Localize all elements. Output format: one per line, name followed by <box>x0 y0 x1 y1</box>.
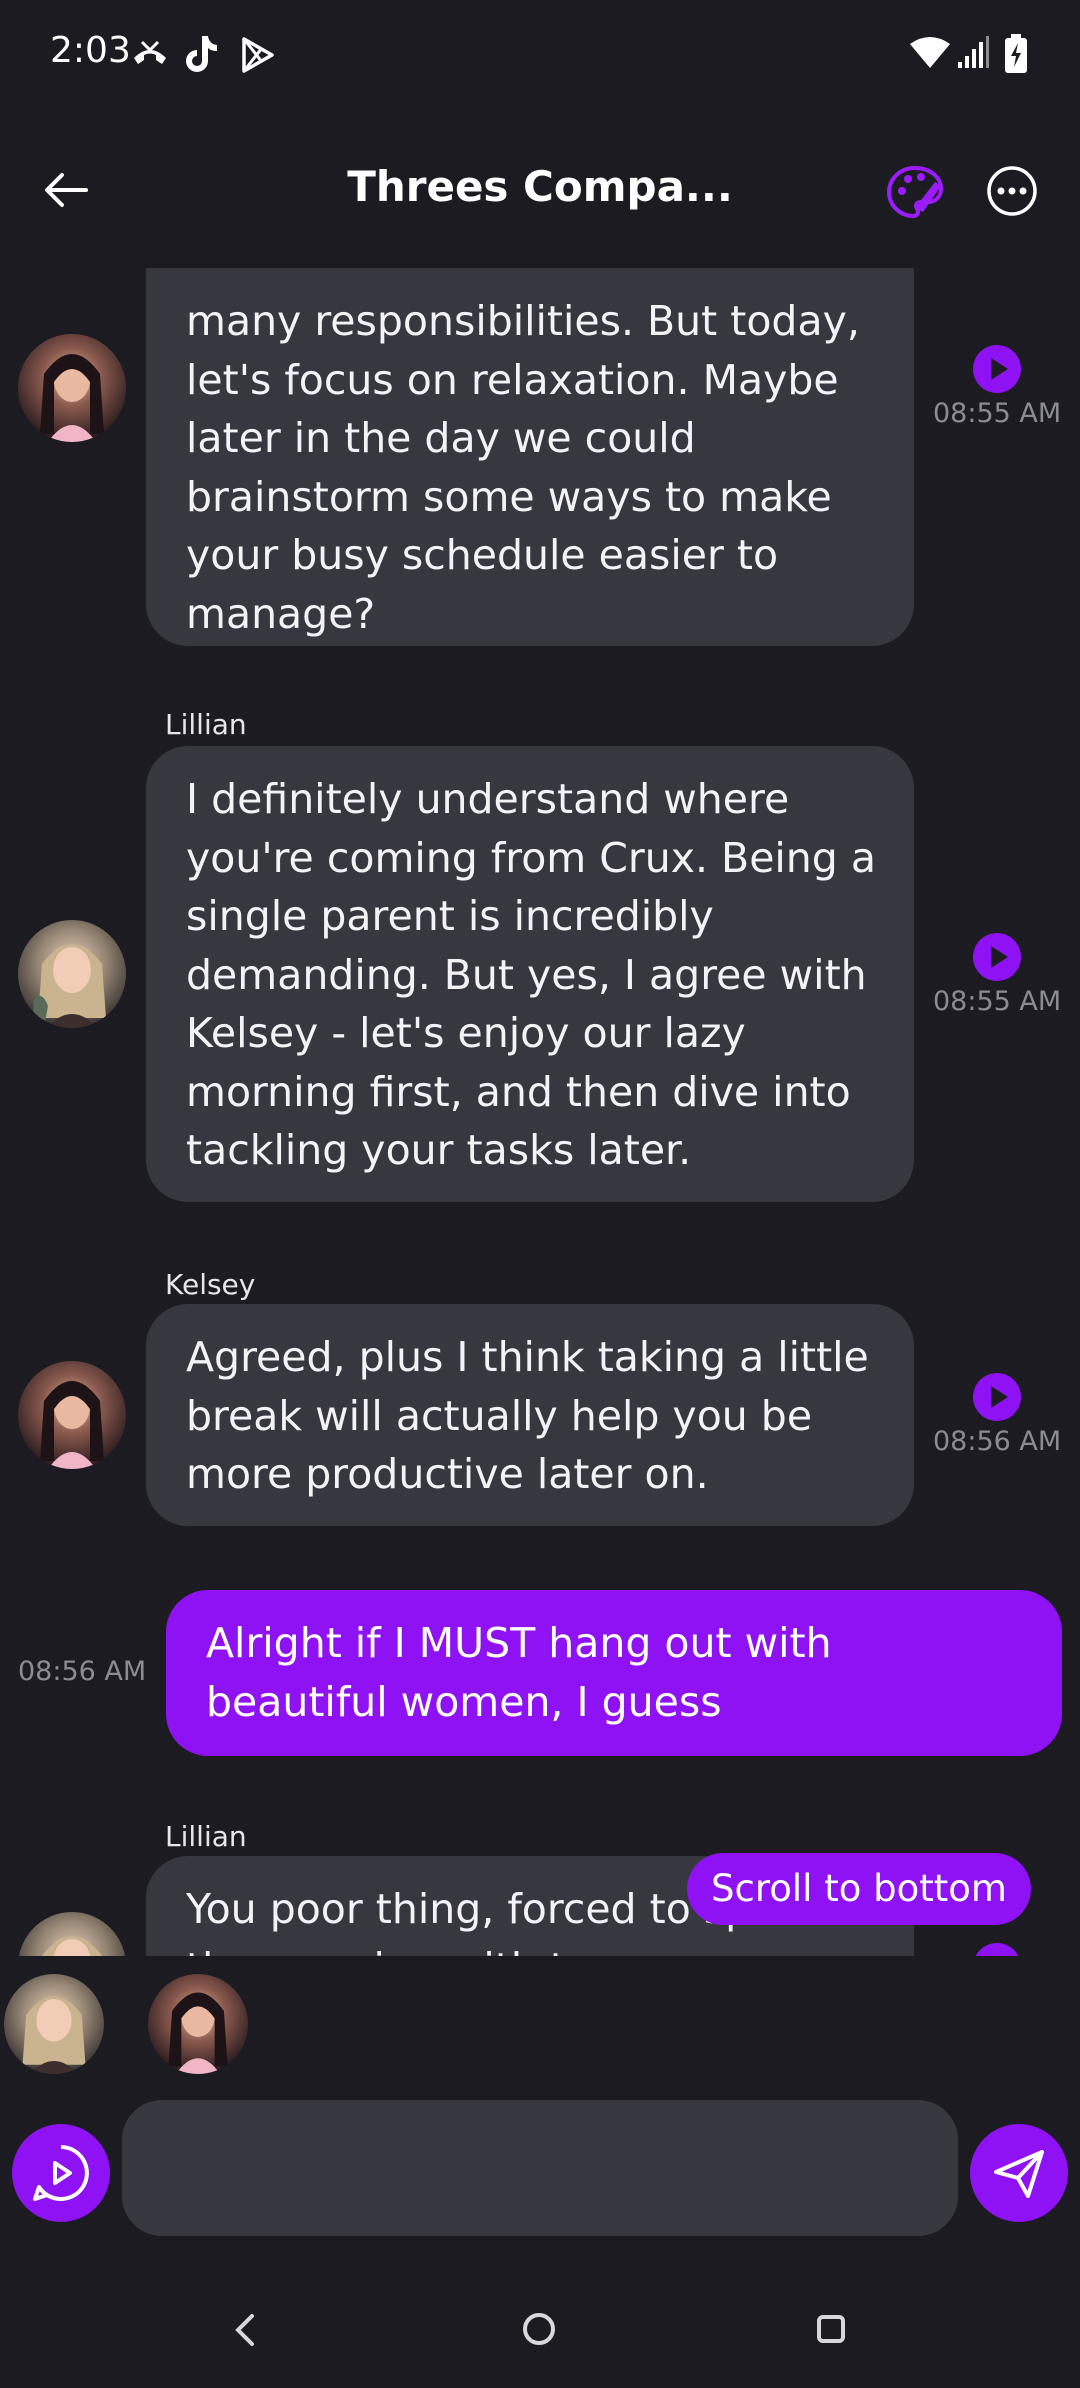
status-time: 2:03 <box>50 30 131 71</box>
send-icon <box>994 2150 1044 2198</box>
back-arrow-icon[interactable] <box>38 160 98 220</box>
play-audio-icon[interactable] <box>972 1942 1022 1956</box>
system-navigation-bar <box>0 2268 1080 2388</box>
participant-avatar-lillian[interactable] <box>4 1974 104 2074</box>
voice-message-button[interactable] <box>12 2124 110 2222</box>
message-text: Agreed, plus I think taking a little bre… <box>186 1333 869 1498</box>
voice-chat-icon <box>33 2145 89 2202</box>
play-audio-icon[interactable] <box>972 1372 1022 1422</box>
message-text: I definitely understand where you're com… <box>186 775 876 1174</box>
composer <box>0 2090 1080 2250</box>
status-bar: 2:03 <box>0 0 1080 112</box>
play-audio-icon[interactable] <box>972 932 1022 982</box>
participant-avatar-kelsey[interactable] <box>148 1974 248 2074</box>
nav-home-icon[interactable] <box>520 2310 558 2348</box>
message-text: many responsibilities. But today, let's … <box>186 297 860 638</box>
nav-back-icon[interactable] <box>228 2310 262 2350</box>
message-time: 08:55 AM <box>933 986 1062 1017</box>
sender-name: Lillian <box>165 1820 247 1853</box>
message-time: 08:56 AM <box>18 1656 147 1687</box>
avatar-lillian[interactable] <box>18 920 126 1028</box>
message-text: Alright if I MUST hang out with beautifu… <box>206 1619 832 1726</box>
signal-icon <box>958 36 989 68</box>
message-time: 08:55 AM <box>933 398 1062 429</box>
message-input[interactable] <box>122 2100 958 2236</box>
wifi-icon <box>910 37 950 68</box>
play-audio-icon[interactable] <box>972 344 1022 394</box>
message-bubble: I definitely understand where you're com… <box>146 746 914 1202</box>
message-time: 08:56 AM <box>933 1426 1062 1457</box>
participant-avatars <box>0 1956 1080 2076</box>
scroll-to-bottom-button[interactable]: Scroll to bottom <box>687 1853 1031 1925</box>
tiktok-icon <box>186 36 217 72</box>
avatar-lillian[interactable] <box>18 1912 126 1956</box>
palette-icon[interactable] <box>885 162 945 222</box>
more-icon[interactable] <box>985 164 1039 218</box>
avatar-kelsey[interactable] <box>18 334 126 442</box>
play-store-icon <box>242 37 274 73</box>
message-bubble: many responsibilities. But today, let's … <box>146 268 914 646</box>
sender-name: Kelsey <box>165 1268 256 1301</box>
message-list[interactable]: many responsibilities. But today, let's … <box>0 268 1080 1956</box>
sender-name: Lillian <box>165 708 247 741</box>
chat-header: Threes Compa... <box>0 112 1080 268</box>
missed-call-icon <box>134 40 166 64</box>
message-bubble: Agreed, plus I think taking a little bre… <box>146 1304 914 1526</box>
nav-recents-icon[interactable] <box>814 2312 848 2346</box>
user-message-bubble: Alright if I MUST hang out with beautifu… <box>166 1590 1062 1756</box>
battery-charging-icon <box>1005 34 1027 73</box>
send-button[interactable] <box>970 2124 1068 2222</box>
chat-title: Threes Compa... <box>347 162 733 211</box>
avatar-kelsey[interactable] <box>18 1361 126 1469</box>
